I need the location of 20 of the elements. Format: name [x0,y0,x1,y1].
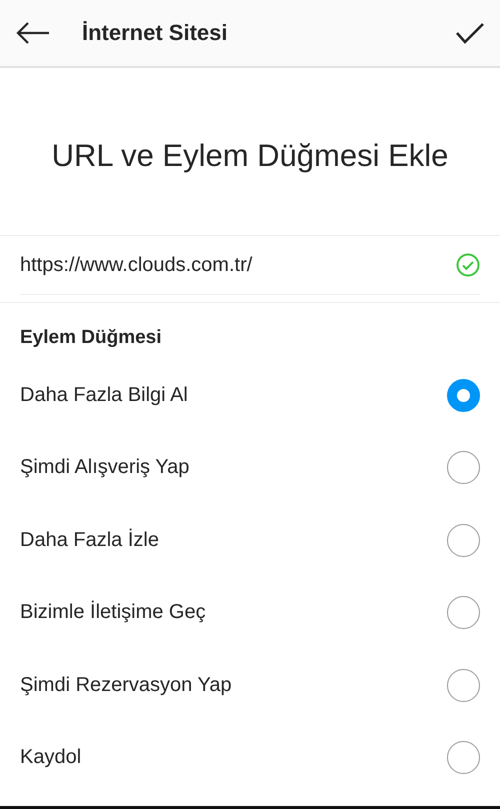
url-input-field[interactable]: https://www.clouds.com.tr/ [20,254,456,276]
section-title: Eylem Düğmesi [19,326,162,350]
back-arrow-icon [16,21,50,45]
option-label: Şimdi Alışveriş Yap [20,456,190,480]
header-title: İnternet Sitesi [82,20,228,46]
radio-button[interactable] [447,451,480,484]
option-label: Şimdi Rezervasyon Yap [20,674,232,697]
back-button[interactable] [16,21,50,45]
checkmark-icon [456,22,484,44]
radio-button[interactable] [447,596,480,630]
page-heading: URL ve Eylem Düğmesi Ekle [50,137,450,175]
radio-button[interactable] [447,378,480,412]
option-label: Bizimle İletişime Geç [20,601,206,624]
option-label: Daha Fazla Bilgi Al [20,384,188,407]
radio-button[interactable] [447,524,480,557]
option-label: Daha Fazla İzle [20,528,159,552]
radio-button[interactable] [447,668,480,702]
radio-button[interactable] [447,741,480,774]
confirm-button[interactable] [456,22,484,44]
option-label: Kaydol [20,746,82,770]
